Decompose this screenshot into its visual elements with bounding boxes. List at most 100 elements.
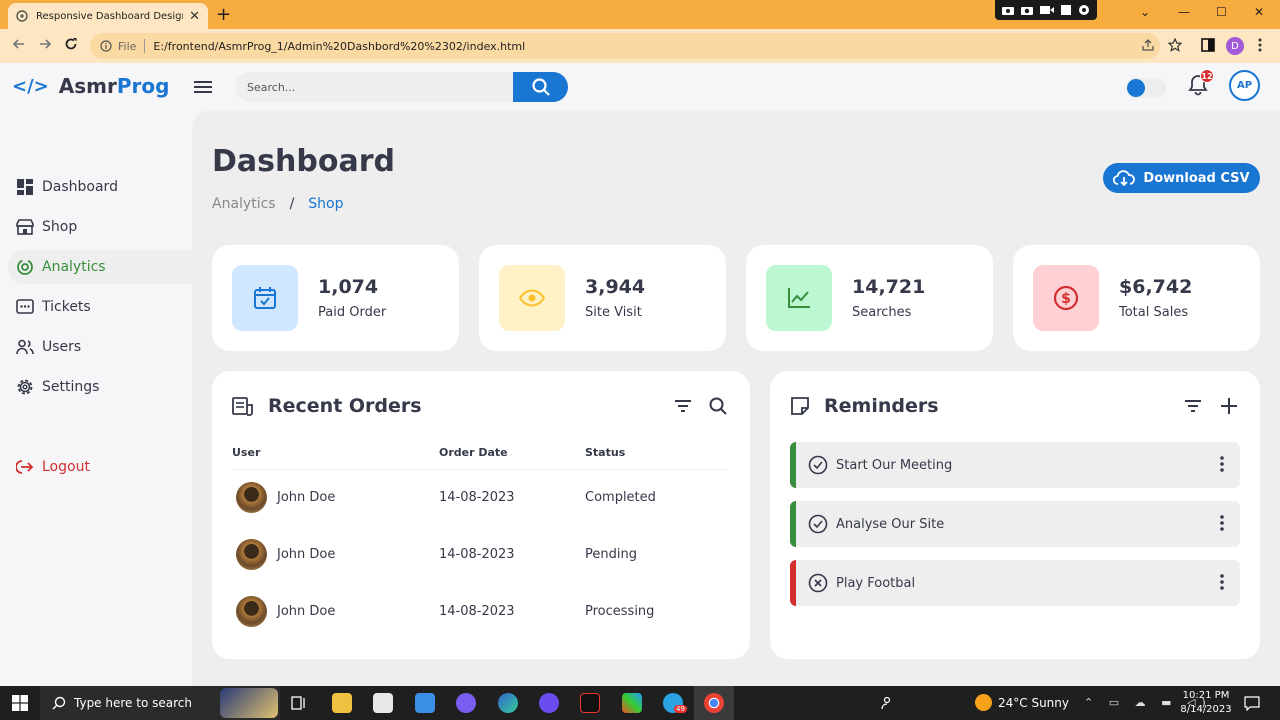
stat-label: Searches: [852, 305, 912, 320]
more-vertical-icon[interactable]: [1220, 456, 1224, 472]
add-icon[interactable]: [1221, 398, 1237, 414]
theme-toggle[interactable]: [1126, 78, 1166, 98]
weather-widget[interactable]: 24°C Sunny: [975, 694, 1069, 711]
file-scheme-label: File: [118, 39, 137, 53]
task-view-icon[interactable]: [291, 696, 307, 710]
chrome-icon[interactable]: [704, 693, 724, 713]
windows-start-icon[interactable]: [12, 695, 28, 711]
close-window-button[interactable]: ✕: [1254, 5, 1264, 19]
url-text[interactable]: E:/frontend/AsmrProg_1/Admin%20Dashbord%…: [153, 40, 525, 53]
reload-icon[interactable]: [64, 37, 78, 51]
table-row[interactable]: John Doe 14-08-2023 Processing: [232, 583, 728, 640]
window-icon[interactable]: [1060, 4, 1072, 16]
forward-arrow-icon[interactable]: [38, 37, 52, 51]
git-icon[interactable]: [622, 693, 642, 713]
cancel-circle-icon[interactable]: [808, 573, 828, 593]
main-content: Dashboard Analytics / Shop Download CSV …: [192, 110, 1280, 686]
back-arrow-icon[interactable]: [12, 37, 26, 51]
share-icon[interactable]: [1141, 38, 1155, 52]
search-input[interactable]: [235, 72, 513, 102]
stat-value: $6,742: [1119, 276, 1193, 298]
more-vertical-icon[interactable]: [1220, 574, 1224, 590]
stat-card-site-visit: 3,944 Site Visit: [479, 245, 726, 351]
mail-icon[interactable]: [415, 693, 435, 713]
sidebar-item-dashboard[interactable]: Dashboard: [8, 170, 192, 204]
reminder-item[interactable]: Start Our Meeting: [790, 442, 1240, 488]
app-icon[interactable]: [456, 693, 476, 713]
camera-icon[interactable]: [1020, 4, 1034, 16]
file-explorer-icon[interactable]: [332, 693, 352, 713]
bookmark-star-icon[interactable]: [1168, 38, 1182, 52]
sidebar-item-label: Dashboard: [42, 179, 118, 195]
recent-orders-title: Recent Orders: [268, 395, 422, 417]
table-row[interactable]: John Doe 14-08-2023 Pending: [232, 526, 728, 583]
chevron-down-icon[interactable]: ⌄: [1140, 5, 1150, 19]
stat-label: Site Visit: [585, 305, 642, 320]
sidebar: Dashboard Shop Analytics Tickets Users S…: [0, 110, 192, 686]
table-header-row: User Order Date Status: [232, 443, 728, 470]
line-chart-icon: [766, 265, 832, 331]
search-icon: [52, 696, 66, 710]
search-button[interactable]: [513, 72, 568, 102]
cell-status: Pending: [585, 547, 637, 562]
new-tab-button[interactable]: +: [216, 4, 231, 25]
address-bar[interactable]: File E:/frontend/AsmrProg_1/Admin%20Dash…: [90, 33, 1160, 59]
cell-user: John Doe: [232, 469, 439, 526]
reminders-header: Reminders: [790, 395, 939, 417]
settings-gear-icon[interactable]: [1077, 3, 1091, 17]
breadcrumb-shop[interactable]: Shop: [308, 196, 343, 212]
notification-badge: 12: [1200, 69, 1214, 83]
search-icon[interactable]: [709, 397, 727, 415]
logout-label: Logout: [42, 459, 90, 475]
cell-date: 14-08-2023: [439, 490, 515, 506]
sidebar-item-shop[interactable]: Shop: [8, 210, 192, 244]
video-icon[interactable]: [1039, 4, 1055, 16]
filter-icon[interactable]: [675, 400, 691, 412]
eye-icon: [499, 265, 565, 331]
microsoft-store-icon[interactable]: [373, 693, 393, 713]
minimize-button[interactable]: —: [1178, 5, 1190, 19]
profile-avatar[interactable]: D: [1226, 37, 1244, 55]
edge-icon[interactable]: [498, 693, 518, 713]
reminder-item[interactable]: Analyse Our Site: [790, 501, 1240, 547]
app-icon[interactable]: [539, 693, 559, 713]
breadcrumb-analytics[interactable]: Analytics: [212, 196, 276, 212]
column-header-order-date: Order Date: [439, 443, 585, 470]
maximize-button[interactable]: ☐: [1216, 5, 1227, 19]
check-circle-icon[interactable]: [808, 455, 828, 475]
sidebar-item-label: Tickets: [42, 299, 91, 315]
browser-tab[interactable]: Responsive Dashboard Design #0 ✕: [8, 3, 208, 29]
sidebar-item-tickets[interactable]: Tickets: [8, 290, 192, 324]
table-row[interactable]: John Doe 14-08-2023 Completed: [232, 469, 728, 526]
sidebar-item-users[interactable]: Users: [8, 330, 192, 364]
check-circle-icon[interactable]: [808, 514, 828, 534]
taskbar-search-text: Type here to search: [74, 696, 192, 710]
globe-icon: [16, 10, 28, 22]
tab-close-icon[interactable]: ✕: [189, 9, 200, 24]
side-panel-icon[interactable]: [1201, 38, 1215, 52]
filter-icon[interactable]: [1185, 400, 1201, 412]
info-icon[interactable]: [100, 40, 112, 52]
reminder-label: Play Footbal: [836, 575, 916, 591]
notification-center-icon[interactable]: [1244, 695, 1260, 711]
kebab-menu-icon[interactable]: [1258, 38, 1262, 52]
screenshot-icon[interactable]: [1001, 4, 1015, 16]
user-name: John Doe: [277, 547, 336, 562]
more-vertical-icon[interactable]: [1220, 515, 1224, 531]
taskbar-search[interactable]: Type here to search: [40, 686, 280, 720]
cell-user: John Doe: [232, 526, 439, 583]
sidebar-item-settings[interactable]: Settings: [8, 370, 192, 404]
user-avatar[interactable]: AP: [1229, 70, 1260, 101]
sidebar-item-label: Settings: [42, 379, 100, 395]
download-csv-button[interactable]: Download CSV: [1103, 163, 1260, 193]
app-logo[interactable]: </> Asmr Prog: [12, 74, 169, 98]
stat-label: Total Sales: [1119, 305, 1189, 320]
people-icon[interactable]: [879, 696, 893, 710]
logout-button[interactable]: Logout: [8, 450, 192, 484]
user-avatar-image: [236, 482, 267, 514]
sidebar-item-analytics[interactable]: Analytics: [8, 250, 192, 284]
reminder-item[interactable]: Play Footbal: [790, 560, 1240, 606]
menu-icon[interactable]: [194, 80, 212, 94]
taskbar-clock[interactable]: 10:21 PM 8/14/2023: [1180, 689, 1232, 717]
tiktok-icon[interactable]: [580, 693, 600, 713]
